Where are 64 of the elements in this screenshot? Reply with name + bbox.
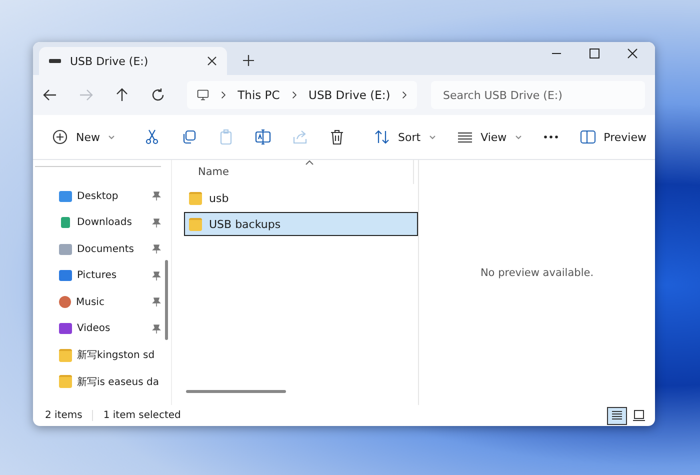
pin-icon[interactable] bbox=[152, 297, 161, 308]
view-button[interactable]: View bbox=[448, 124, 531, 150]
item-count: 2 items bbox=[45, 410, 84, 421]
sidebar-item[interactable]: Videos bbox=[33, 316, 171, 342]
caret-icon bbox=[428, 134, 436, 140]
caret-icon bbox=[514, 134, 522, 140]
sidebar-item[interactable]: Documents bbox=[33, 236, 171, 262]
trash-icon bbox=[329, 129, 345, 145]
column-header[interactable]: Name bbox=[198, 166, 229, 178]
preview-message: No preview available. bbox=[480, 267, 594, 279]
file-row[interactable]: usb bbox=[184, 186, 418, 210]
scrollbar[interactable] bbox=[186, 390, 286, 393]
sidebar-item[interactable]: 新写is easeus da bbox=[33, 368, 171, 395]
computer-icon bbox=[197, 88, 209, 102]
preview-pane-button[interactable]: Preview bbox=[570, 125, 655, 149]
refresh-icon[interactable] bbox=[151, 88, 165, 102]
folder-icon bbox=[189, 218, 202, 230]
tile-icon bbox=[633, 410, 645, 421]
pin-icon[interactable] bbox=[152, 270, 161, 281]
new-button[interactable]: New bbox=[43, 124, 124, 150]
sidebar-item[interactable]: Pictures bbox=[33, 262, 171, 289]
sort-caret-icon bbox=[305, 160, 314, 165]
split-pane-icon bbox=[580, 130, 596, 144]
chevron-icon[interactable] bbox=[402, 90, 408, 100]
drive-icon bbox=[49, 59, 61, 63]
selection-count: 1 item selected bbox=[92, 410, 191, 421]
breadcrumb[interactable]: USB Drive (E:) bbox=[308, 88, 390, 102]
scissors-icon bbox=[144, 129, 160, 145]
copy-icon bbox=[181, 129, 197, 145]
search-field[interactable]: Search USB Drive (E:) bbox=[431, 81, 645, 109]
more-icon bbox=[542, 135, 559, 139]
sort-arrows-icon bbox=[374, 129, 390, 145]
pin-icon[interactable] bbox=[152, 324, 161, 334]
new-tab-icon[interactable] bbox=[243, 55, 254, 66]
pin-icon[interactable] bbox=[152, 218, 161, 228]
caret-icon bbox=[108, 134, 115, 140]
sidebar-item[interactable]: 新写kingston sd bbox=[33, 342, 171, 368]
folder-icon bbox=[59, 348, 72, 362]
folder-icon bbox=[59, 375, 72, 388]
plus-circle-icon bbox=[52, 129, 68, 145]
file-row[interactable]: USB backups bbox=[184, 212, 418, 236]
list-lines-icon bbox=[611, 410, 623, 421]
address-bar[interactable]: This PC USB Drive (E:) bbox=[187, 81, 417, 109]
sidebar-item[interactable]: Music bbox=[33, 289, 171, 316]
sort-button[interactable]: Sort bbox=[365, 124, 445, 150]
tab[interactable]: USB Drive (E:) bbox=[39, 47, 227, 75]
sidebar-item[interactable]: Downloads bbox=[33, 210, 171, 236]
chevron-icon[interactable] bbox=[220, 90, 226, 100]
up-arrow-icon[interactable] bbox=[115, 88, 129, 102]
pin-icon[interactable] bbox=[152, 191, 161, 202]
sidebar-item[interactable]: Desktop bbox=[33, 183, 171, 210]
share-arrow-icon bbox=[292, 129, 308, 145]
back-arrow-icon[interactable] bbox=[43, 88, 57, 102]
rename-icon bbox=[255, 129, 271, 145]
close-icon[interactable] bbox=[627, 48, 638, 59]
scrollbar[interactable] bbox=[165, 260, 168, 340]
close-tab-icon[interactable] bbox=[207, 56, 217, 66]
clipboard-icon bbox=[218, 129, 234, 145]
maximize-icon[interactable] bbox=[589, 48, 600, 59]
details-view-button[interactable] bbox=[607, 406, 627, 424]
breadcrumb[interactable]: This PC bbox=[238, 88, 280, 102]
folder-icon bbox=[189, 192, 202, 204]
pin-icon[interactable] bbox=[152, 244, 161, 254]
chevron-icon[interactable] bbox=[292, 90, 297, 100]
